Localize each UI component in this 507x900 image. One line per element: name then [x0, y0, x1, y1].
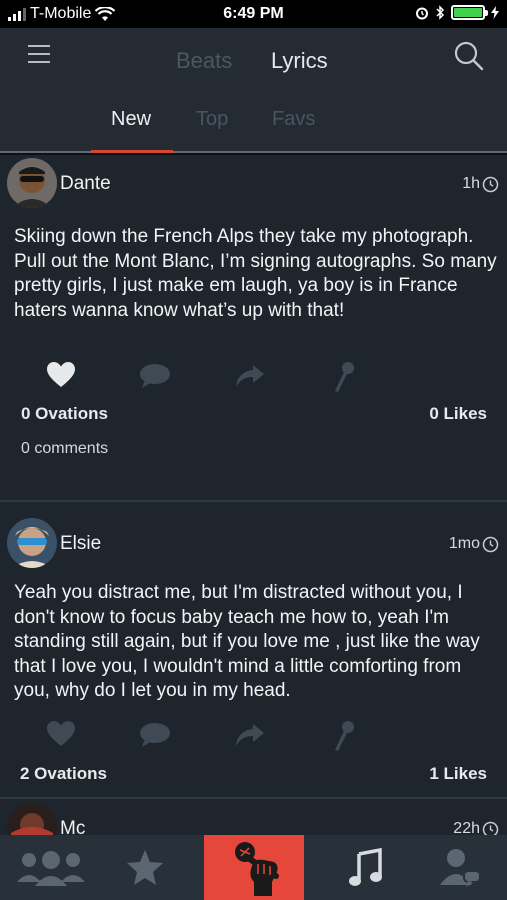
clock-icon — [482, 176, 499, 192]
people-icon — [17, 850, 85, 886]
time-label: 1mo — [448, 535, 480, 552]
comment-icon[interactable] — [139, 722, 171, 748]
likes-count[interactable]: 1 Likes — [429, 764, 487, 784]
tab-beats[interactable]: Beats — [176, 48, 232, 74]
heart-icon[interactable] — [46, 720, 76, 748]
avatar[interactable] — [7, 803, 57, 835]
action-row — [0, 720, 507, 752]
tab-top[interactable]: Top — [196, 108, 228, 131]
battery-icon — [451, 5, 488, 20]
avatar[interactable] — [7, 518, 57, 568]
top-nav: Beats Lyrics — [0, 28, 507, 88]
comment-icon[interactable] — [139, 363, 171, 389]
time-label: 22h — [453, 820, 480, 835]
sub-tabs: New Top Favs — [0, 88, 507, 153]
share-icon[interactable] — [235, 364, 265, 388]
clock-icon — [482, 821, 499, 835]
status-bar: T-Mobile 6:49 PM — [0, 0, 507, 28]
fist-mic-icon — [235, 841, 279, 896]
post-time: 1mo — [449, 535, 499, 553]
avatar-image — [7, 803, 57, 835]
hamburger-icon[interactable] — [28, 45, 50, 63]
username[interactable]: Dante — [60, 173, 111, 195]
search-icon[interactable] — [453, 40, 485, 72]
clock-icon — [482, 536, 499, 552]
tab-new[interactable]: New — [111, 108, 151, 131]
charging-icon — [491, 6, 499, 19]
comments-count[interactable]: 0 comments — [21, 440, 108, 458]
avatar[interactable] — [7, 158, 57, 208]
bluetooth-icon — [436, 5, 445, 20]
tab-favs[interactable]: Favs — [272, 108, 315, 131]
music-note-icon — [349, 847, 382, 886]
likes-count[interactable]: 0 Likes — [429, 404, 487, 424]
nav-music[interactable] — [338, 835, 392, 900]
share-icon[interactable] — [235, 723, 265, 747]
post-time: 22h — [453, 820, 499, 835]
username[interactable]: Mc — [60, 818, 85, 835]
post-text: Yeah you distract me, but I'm distracted… — [14, 582, 480, 701]
microphone-icon[interactable] — [333, 720, 355, 752]
feed[interactable]: Dante 1h Skiing down the French Alps the… — [0, 155, 507, 835]
nav-profile[interactable] — [430, 835, 490, 900]
avatar-image — [7, 158, 57, 208]
status-right — [415, 5, 499, 20]
ovations-count[interactable]: 0 Ovations — [21, 404, 108, 424]
time-label: 1h — [462, 175, 480, 192]
nav-people[interactable] — [12, 835, 90, 900]
nav-record[interactable] — [204, 835, 304, 900]
ovations-count[interactable]: 2 Ovations — [20, 764, 107, 784]
bottom-nav — [0, 835, 507, 900]
post-card: Dante 1h Skiing down the French Alps the… — [0, 155, 507, 500]
active-tab-indicator — [91, 150, 173, 153]
star-icon — [127, 849, 163, 885]
tab-lyrics[interactable]: Lyrics — [271, 48, 328, 74]
post-time: 1h — [462, 175, 499, 193]
action-row — [0, 361, 507, 393]
post-card: Mc 22h — [0, 799, 507, 835]
heart-icon[interactable] — [46, 361, 76, 389]
post-card: Elsie 1mo Yeah you distract me, but I'm … — [0, 502, 507, 797]
avatar-image — [7, 518, 57, 568]
alarm-icon — [416, 7, 428, 19]
profile-chat-icon — [440, 848, 481, 887]
microphone-icon[interactable] — [333, 361, 355, 393]
post-text: Skiing down the French Alps they take my… — [14, 226, 497, 321]
nav-favorites[interactable] — [118, 835, 172, 900]
username[interactable]: Elsie — [60, 533, 101, 555]
